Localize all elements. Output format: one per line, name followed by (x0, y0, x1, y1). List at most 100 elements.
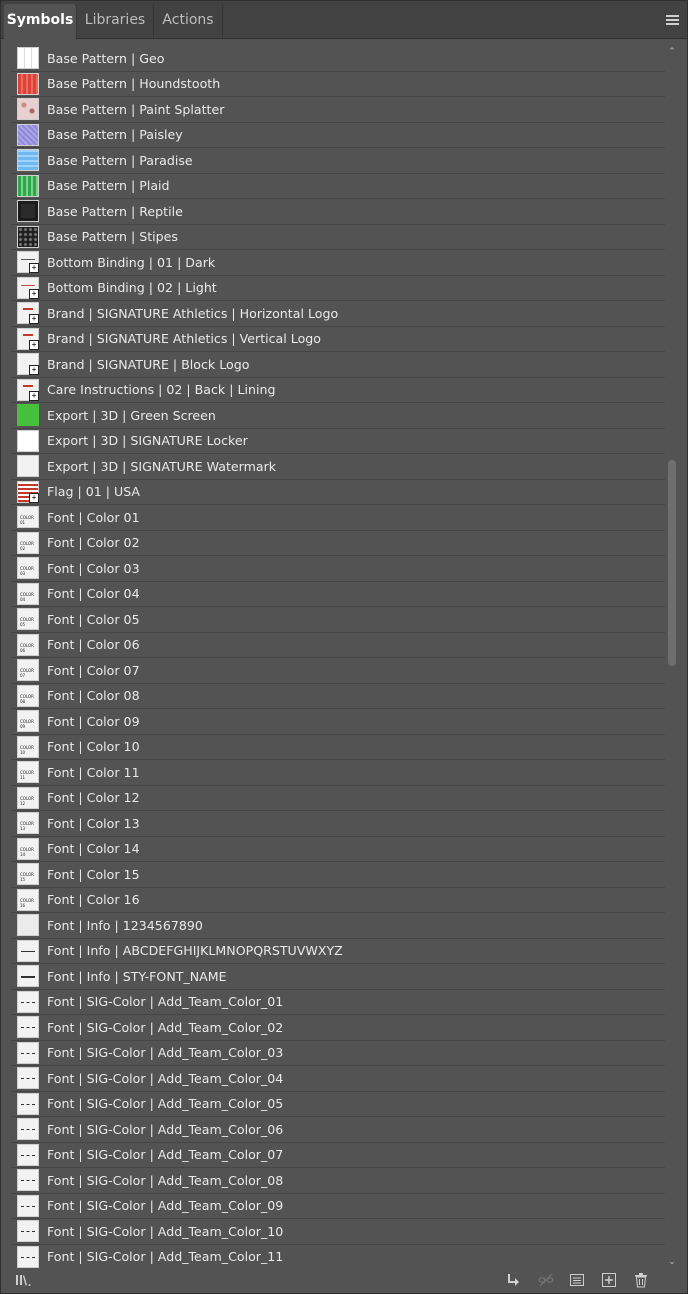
symbol-thumbnail (17, 939, 39, 962)
list-item[interactable]: Export | 3D | SIGNATURE Watermark (11, 454, 665, 480)
list-item[interactable]: COLOR 04 Font | Color 04 (11, 582, 665, 607)
list-item[interactable]: + Flag | 01 | USA (11, 480, 665, 505)
list-item[interactable]: Font | SIG-Color | Add_Team_Color_02 (11, 1015, 665, 1041)
list-item[interactable]: COLOR 15 Font | Color 15 (11, 862, 665, 888)
list-item[interactable]: Font | SIG-Color | Add_Team_Color_11 (11, 1245, 665, 1269)
symbol-thumbnail (17, 174, 39, 197)
list-item[interactable]: Font | Info | STY-FONT_NAME (11, 964, 665, 990)
list-item-label: Care Instructions | 02 | Back | Lining (47, 382, 276, 398)
list-item-label: Base Pattern | Stipes (47, 229, 178, 245)
list-item[interactable]: COLOR 06 Font | Color 06 (11, 633, 665, 658)
thumbnail-text: COLOR 04 (20, 591, 34, 602)
list-item[interactable]: + Bottom Binding | 02 | Light (11, 276, 665, 301)
list-item[interactable]: COLOR 14 Font | Color 14 (11, 837, 665, 862)
list-item[interactable]: Base Pattern | Paint Splatter (11, 97, 665, 123)
delete-symbol-icon[interactable] (633, 1272, 649, 1288)
thumbnail-text: COLOR 03 (20, 566, 34, 577)
symbol-thumbnail (17, 1220, 39, 1243)
tab-libraries[interactable]: Libraries (77, 4, 154, 39)
linked-symbol-badge-icon: + (29, 492, 39, 503)
list-item[interactable]: COLOR 10 Font | Color 10 (11, 735, 665, 760)
list-item[interactable]: Base Pattern | Paisley (11, 123, 665, 148)
list-item[interactable]: Base Pattern | Houndstooth (11, 72, 665, 97)
list-item[interactable]: COLOR 08 Font | Color 08 (11, 684, 665, 709)
list-item[interactable]: Font | Info | 1234567890 (11, 913, 665, 939)
symbol-libraries-menu-icon[interactable] (15, 1272, 31, 1288)
list-item[interactable]: Base Pattern | Plaid (11, 174, 665, 199)
symbols-list[interactable]: Base Pattern | Geo Base Pattern | Houndst… (11, 46, 665, 1268)
symbol-thumbnail: COLOR 14 (17, 837, 39, 860)
list-item-label: Font | SIG-Color | Add_Team_Color_11 (47, 1249, 284, 1265)
list-item[interactable]: Font | SIG-Color | Add_Team_Color_10 (11, 1219, 665, 1245)
list-item[interactable]: Export | 3D | SIGNATURE Locker (11, 429, 665, 454)
list-item-label: Font | Color 06 (47, 637, 140, 653)
panel-menu-icon[interactable] (666, 15, 679, 26)
list-item[interactable]: Base Pattern | Paradise (11, 148, 665, 174)
list-item[interactable]: Base Pattern | Geo (11, 46, 665, 72)
symbol-thumbnail: + (17, 353, 39, 376)
list-item[interactable]: Font | SIG-Color | Add_Team_Color_08 (11, 1168, 665, 1194)
tab-actions[interactable]: Actions (154, 4, 223, 39)
scroll-down-icon[interactable]: ⌄ (666, 1256, 678, 1268)
symbol-thumbnail: COLOR 10 (17, 735, 39, 758)
list-item-label: Font | Color 08 (47, 688, 140, 704)
list-item-label: Export | 3D | SIGNATURE Locker (47, 433, 248, 449)
symbol-thumbnail (17, 404, 39, 427)
list-item-label: Flag | 01 | USA (47, 484, 141, 500)
list-item[interactable]: Font | SIG-Color | Add_Team_Color_06 (11, 1117, 665, 1143)
list-item[interactable]: Font | Info | ABCDEFGHIJKLMNOPQRSTUVWXYZ (11, 939, 665, 964)
list-item[interactable]: Font | SIG-Color | Add_Team_Color_01 (11, 990, 665, 1015)
list-item[interactable]: Font | SIG-Color | Add_Team_Color_04 (11, 1066, 665, 1092)
linked-symbol-badge-icon: + (29, 365, 39, 376)
thumbnail-text: COLOR 14 (20, 846, 34, 857)
scroll-up-icon[interactable]: ⌃ (666, 46, 678, 58)
list-item[interactable]: + Brand | SIGNATURE | Block Logo (11, 352, 665, 378)
symbol-thumbnail: + (17, 302, 39, 325)
list-item[interactable]: COLOR 07 Font | Color 07 (11, 658, 665, 684)
list-item[interactable]: Font | SIG-Color | Add_Team_Color_07 (11, 1143, 665, 1168)
list-item-label: Font | SIG-Color | Add_Team_Color_04 (47, 1070, 284, 1086)
new-symbol-icon[interactable] (601, 1272, 617, 1288)
list-item-label: Font | Color 15 (47, 866, 140, 882)
list-item[interactable]: COLOR 09 Font | Color 09 (11, 709, 665, 735)
thumbnail-text: COLOR 11 (20, 770, 34, 781)
list-item[interactable]: COLOR 13 Font | Color 13 (11, 811, 665, 837)
list-item-label: Font | SIG-Color | Add_Team_Color_06 (47, 1121, 284, 1137)
list-item-label: Font | SIG-Color | Add_Team_Color_03 (47, 1045, 284, 1061)
list-item[interactable]: + Brand | SIGNATURE Athletics | Horizonta… (11, 301, 665, 327)
list-item-label: Font | Color 16 (47, 892, 140, 908)
list-item[interactable]: COLOR 01 Font | Color 01 (11, 505, 665, 531)
list-item[interactable]: Base Pattern | Stipes (11, 225, 665, 250)
symbol-thumbnail (17, 1016, 39, 1039)
symbol-options-icon[interactable] (569, 1272, 585, 1288)
list-item[interactable]: Base Pattern | Reptile (11, 199, 665, 225)
list-item[interactable]: COLOR 03 Font | Color 03 (11, 556, 665, 582)
list-item[interactable]: COLOR 02 Font | Color 02 (11, 531, 665, 556)
list-item[interactable]: + Brand | SIGNATURE Athletics | Vertical … (11, 327, 665, 352)
symbol-thumbnail: COLOR 12 (17, 786, 39, 809)
symbol-thumbnail (17, 455, 39, 478)
place-symbol-instance-icon[interactable] (505, 1272, 521, 1288)
list-item[interactable]: COLOR 16 Font | Color 16 (11, 888, 665, 913)
symbol-thumbnail: COLOR 03 (17, 557, 39, 580)
list-item-label: Base Pattern | Geo (47, 50, 165, 66)
list-item[interactable]: COLOR 11 Font | Color 11 (11, 760, 665, 786)
panel-tab-bar: Symbols Libraries Actions (1, 1, 687, 40)
symbol-thumbnail (17, 200, 39, 223)
list-item[interactable]: Export | 3D | Green Screen (11, 403, 665, 429)
tab-symbols[interactable]: Symbols (4, 4, 77, 40)
list-item[interactable]: Font | SIG-Color | Add_Team_Color_03 (11, 1041, 665, 1066)
list-scrollbar[interactable]: ⌃ ⌄ (666, 46, 678, 1268)
list-item[interactable]: Font | SIG-Color | Add_Team_Color_09 (11, 1194, 665, 1219)
list-item-label: Font | SIG-Color | Add_Team_Color_07 (47, 1147, 284, 1163)
scroll-thumb[interactable] (668, 460, 676, 666)
list-item[interactable]: + Bottom Binding | 01 | Dark (11, 250, 665, 276)
list-item[interactable]: + Care Instructions | 02 | Back | Lining (11, 378, 665, 403)
list-item[interactable]: Font | SIG-Color | Add_Team_Color_05 (11, 1092, 665, 1117)
list-item[interactable]: COLOR 05 Font | Color 05 (11, 607, 665, 633)
list-item-label: Font | Info | STY-FONT_NAME (47, 968, 227, 984)
panel-footer-toolbar (1, 1268, 687, 1293)
symbol-thumbnail: COLOR 01 (17, 506, 39, 529)
list-item-label: Bottom Binding | 02 | Light (47, 280, 217, 296)
list-item[interactable]: COLOR 12 Font | Color 12 (11, 786, 665, 811)
